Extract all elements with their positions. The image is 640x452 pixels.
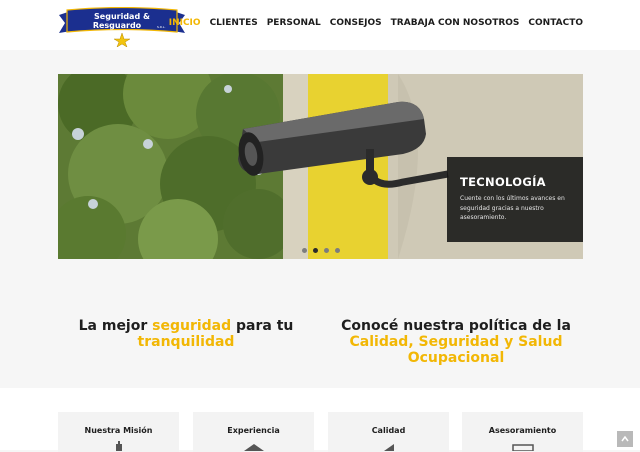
logo-text-line1: Seguridad &	[94, 12, 150, 21]
tagline-right[interactable]: Conocé nuestra política de la Calidad, S…	[336, 318, 576, 366]
tagline-left-highlight: seguridad	[152, 318, 232, 334]
service-card-asesoramiento[interactable]: Asesoramiento	[462, 412, 583, 452]
service-title: Experiencia	[227, 426, 280, 435]
tagline-left-pre: La mejor	[78, 318, 153, 334]
tagline-left: La mejor seguridad para tu tranquilidad	[66, 318, 306, 350]
service-card-calidad[interactable]: Calidad	[328, 412, 449, 452]
slider-dot-2[interactable]	[313, 248, 318, 253]
slider-dots	[302, 248, 340, 253]
nav-item-inicio[interactable]: INICIO	[169, 18, 201, 28]
main-nav: INICIO CLIENTES PERSONAL CONSEJOS TRABAJ…	[169, 18, 583, 28]
tagline-section: La mejor seguridad para tu tranquilidad …	[0, 290, 640, 388]
logo-text-line2: Resguardo	[93, 21, 142, 30]
services-section: Nuestra Misión Experiencia Calidad Aseso…	[0, 388, 640, 452]
scroll-to-top-button[interactable]	[617, 431, 633, 447]
service-card-mision[interactable]: Nuestra Misión	[58, 412, 179, 452]
slide-text: Cuente con los últimos avances en seguri…	[460, 195, 565, 221]
nav-item-consejos[interactable]: CONSEJOS	[330, 18, 382, 28]
logo-star-icon	[113, 32, 131, 47]
nav-item-trabaja-con-nosotros[interactable]: TRABAJA CON NOSOTROS	[391, 18, 520, 28]
service-card-experiencia[interactable]: Experiencia	[193, 412, 314, 452]
slide-title: TECNOLOGÍA	[460, 175, 546, 189]
service-title: Asesoramiento	[488, 426, 557, 435]
slider-dot-1[interactable]	[302, 248, 307, 253]
nav-item-personal[interactable]: PERSONAL	[267, 18, 321, 28]
slider-dot-4[interactable]	[335, 248, 340, 253]
tagline-right-highlight[interactable]: Calidad, Seguridad y Salud Ocupacional	[350, 334, 563, 366]
tagline-left-highlight2: tranquilidad	[137, 334, 235, 350]
tagline-left-mid: para tu	[231, 318, 294, 334]
slide-caption: TECNOLOGÍA Cuente con los últimos avance…	[447, 157, 583, 242]
chevron-up-icon	[621, 435, 629, 442]
nav-item-contacto[interactable]: CONTACTO	[528, 18, 583, 28]
service-title: Nuestra Misión	[84, 426, 153, 435]
logo-suffix: S.R.L.	[157, 25, 165, 29]
site-header: Seguridad & Resguardo S.R.L. INICIO CLIE…	[0, 0, 640, 50]
company-logo[interactable]: Seguridad & Resguardo S.R.L.	[57, 7, 187, 47]
tagline-right-pre: Conocé nuestra política de la	[341, 318, 571, 334]
hero-slider[interactable]: TECNOLOGÍA Cuente con los últimos avance…	[58, 74, 583, 259]
nav-item-clientes[interactable]: CLIENTES	[210, 18, 258, 28]
service-title: Calidad	[371, 426, 406, 435]
slider-dot-3[interactable]	[324, 248, 329, 253]
